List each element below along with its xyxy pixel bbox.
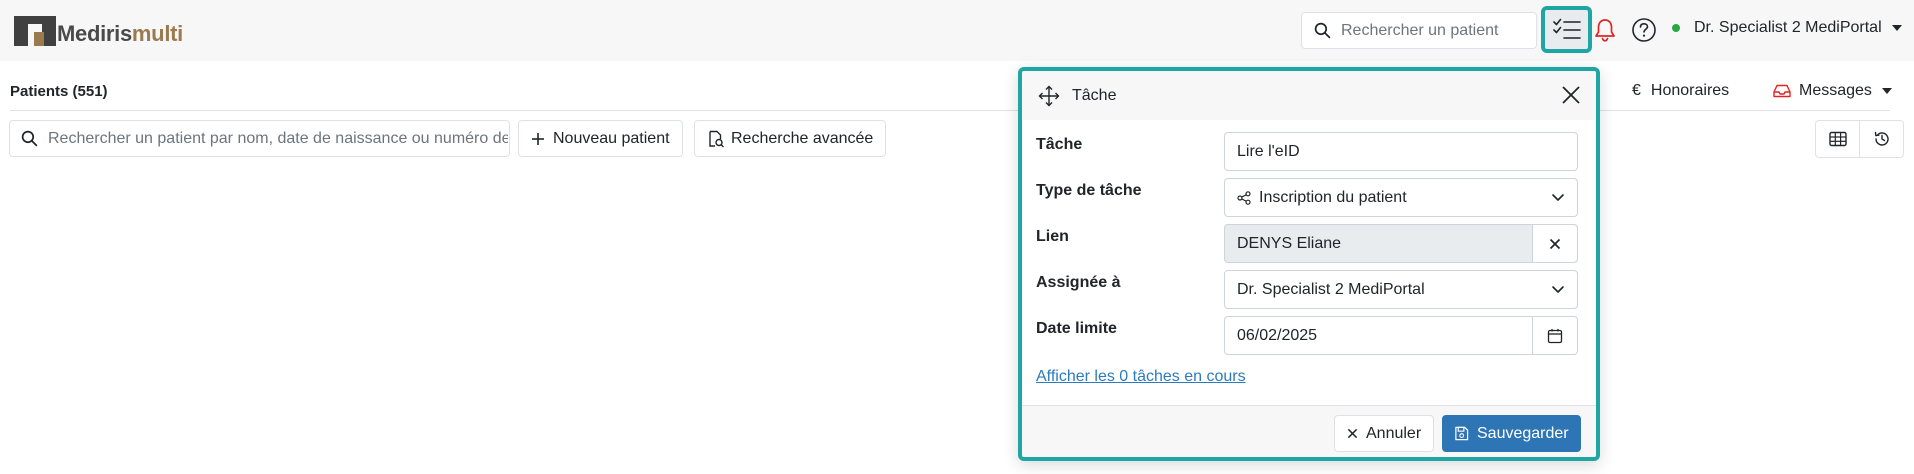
share-nodes-icon xyxy=(1237,190,1251,205)
task-dialog: Tâche Tâche Lire l'eID Type de tâche Ins… xyxy=(1018,67,1600,461)
assignee-value: Dr. Specialist 2 MediPortal xyxy=(1237,280,1425,298)
chevron-down-icon xyxy=(1551,282,1565,296)
top-bar: Medirismulti Dr. Specialist 2 MediPortal xyxy=(0,0,1914,61)
close-icon xyxy=(1347,428,1358,439)
dialog-title: Tâche xyxy=(1072,86,1117,104)
euro-icon: € xyxy=(1632,82,1641,99)
history-icon xyxy=(1873,130,1891,148)
save-label: Sauvegarder xyxy=(1477,424,1569,442)
help-icon[interactable] xyxy=(1631,17,1657,43)
task-type-label: Type de tâche xyxy=(1036,182,1142,199)
due-date-value: 06/02/2025 xyxy=(1237,326,1318,344)
close-icon[interactable] xyxy=(1560,84,1582,106)
chevron-down-icon xyxy=(1881,88,1892,94)
table-view-button[interactable] xyxy=(1816,121,1859,157)
calendar-icon xyxy=(1547,328,1563,344)
close-icon xyxy=(1549,238,1561,250)
task-input[interactable]: Lire l'eID xyxy=(1224,132,1578,171)
assignee-select[interactable]: Dr. Specialist 2 MediPortal xyxy=(1224,270,1578,309)
move-icon[interactable] xyxy=(1038,85,1060,107)
logo-text: Medirismulti xyxy=(57,21,183,46)
tab-messages[interactable]: Messages xyxy=(1773,82,1892,100)
inbox-icon xyxy=(1773,84,1791,98)
due-date-label: Date limite xyxy=(1036,320,1117,337)
task-row: Tâche Lire l'eID xyxy=(1036,132,1586,172)
new-patient-label: Nouveau patient xyxy=(553,129,670,147)
task-type-select[interactable]: Inscription du patient xyxy=(1224,178,1578,217)
cancel-button[interactable]: Annuler xyxy=(1334,415,1435,452)
file-search-icon xyxy=(707,130,725,148)
chevron-down-icon xyxy=(1551,190,1565,204)
notifications-bell-icon[interactable] xyxy=(1592,17,1618,43)
due-date-input[interactable]: 06/02/2025 xyxy=(1224,316,1578,355)
save-button[interactable]: Sauvegarder xyxy=(1442,415,1581,452)
tab-honoraires[interactable]: € Honoraires xyxy=(1632,82,1729,100)
page-title: Patients (551) xyxy=(10,83,108,100)
user-name: Dr. Specialist 2 MediPortal xyxy=(1694,19,1882,36)
assignee-row: Assignée à Dr. Specialist 2 MediPortal xyxy=(1036,270,1586,310)
save-icon xyxy=(1454,426,1469,441)
logo[interactable]: Medirismulti xyxy=(14,14,183,46)
cancel-label: Annuler xyxy=(1366,424,1422,442)
divider xyxy=(10,110,1890,111)
tab-honoraires-label: Honoraires xyxy=(1650,82,1730,99)
plus-icon xyxy=(531,132,545,146)
view-toggle-group xyxy=(1815,120,1904,158)
tab-messages-label: Messages xyxy=(1799,82,1872,99)
user-menu[interactable]: Dr. Specialist 2 MediPortal xyxy=(1672,19,1902,37)
chevron-down-icon xyxy=(1891,25,1902,31)
dialog-header: Tâche xyxy=(1022,71,1596,120)
top-search-box[interactable] xyxy=(1301,12,1537,49)
patient-search-box[interactable] xyxy=(9,120,510,157)
logo-mark xyxy=(14,16,56,46)
search-icon xyxy=(21,130,38,147)
assignee-label: Assignée à xyxy=(1036,274,1121,291)
advanced-search-button[interactable]: Recherche avancée xyxy=(694,120,887,157)
task-list-icon xyxy=(1552,18,1581,42)
date-picker-button[interactable] xyxy=(1532,317,1577,354)
new-patient-button[interactable]: Nouveau patient xyxy=(518,120,683,157)
dialog-footer: Annuler Sauvegarder xyxy=(1022,405,1596,457)
online-status-dot xyxy=(1672,24,1680,32)
due-date-row: Date limite 06/02/2025 xyxy=(1036,316,1586,356)
link-row: Lien DENYS Eliane xyxy=(1036,224,1586,264)
search-icon xyxy=(1314,22,1331,39)
task-type-row: Type de tâche Inscription du patient xyxy=(1036,178,1586,218)
clear-link-button[interactable] xyxy=(1532,225,1577,262)
table-icon xyxy=(1828,131,1847,147)
patient-search-input[interactable] xyxy=(48,129,508,148)
advanced-search-label: Recherche avancée xyxy=(731,129,874,147)
link-field: DENYS Eliane xyxy=(1224,224,1578,263)
link-label: Lien xyxy=(1036,228,1069,245)
task-type-value: Inscription du patient xyxy=(1259,188,1407,206)
show-open-tasks-link[interactable]: Afficher les 0 tâches en cours xyxy=(1036,368,1246,386)
tasks-button[interactable] xyxy=(1541,6,1592,53)
top-search-input[interactable] xyxy=(1341,21,1531,40)
history-button[interactable] xyxy=(1859,121,1903,157)
link-value: DENYS Eliane xyxy=(1237,234,1342,252)
task-label: Tâche xyxy=(1036,136,1083,153)
